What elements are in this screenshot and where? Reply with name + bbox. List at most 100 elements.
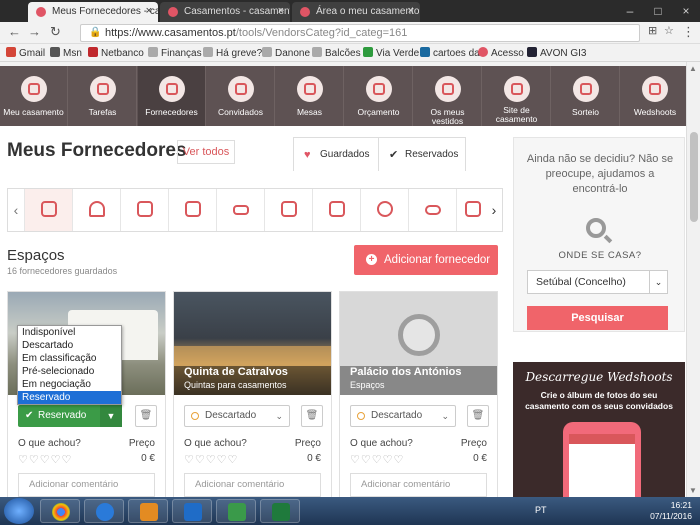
browser-tab-casamentos[interactable]: Casamentos - casament × [160, 2, 290, 22]
forward-icon[interactable]: → [28, 24, 41, 39]
menu-icon[interactable]: ⋮ [682, 24, 695, 40]
taskbar-excel[interactable] [260, 499, 300, 523]
heart-favicon-icon [36, 7, 46, 17]
status-reserved-button[interactable]: ✔ Reservado ▼ [18, 405, 122, 427]
taskbar-ie[interactable] [84, 499, 124, 523]
nav-meu-casamento[interactable]: Meu casamento [0, 66, 68, 126]
dropdown-option[interactable]: Descartado [18, 339, 121, 352]
dropdown-option[interactable]: Pré-selecionado [18, 365, 121, 378]
system-clock[interactable]: 16:21 07/11/2016 [650, 500, 692, 522]
tab-guardados[interactable]: ♥ Guardados [293, 137, 379, 171]
nav-wedshoots[interactable]: Wedshoots [621, 66, 689, 126]
bookmark-netbanco[interactable]: Netbanco [88, 47, 144, 59]
rating-stars[interactable]: ♡♡♡♡♡ [350, 453, 404, 466]
close-tab-icon[interactable]: × [146, 5, 152, 17]
category-lembrancas[interactable] [312, 189, 360, 231]
chevron-left-icon[interactable]: ‹ [8, 189, 24, 231]
browser-tab-area[interactable]: Área o meu casamento × [292, 2, 420, 22]
taskbar-app[interactable] [216, 499, 256, 523]
delete-button[interactable]: 🗑 [301, 405, 323, 427]
price-value[interactable]: 0 € [141, 453, 155, 464]
back-icon[interactable]: ← [8, 24, 21, 39]
comment-input[interactable]: Adicionar comentário [184, 473, 321, 497]
chevron-down-icon[interactable]: ▼ [100, 405, 122, 427]
windows-start-icon[interactable] [4, 498, 34, 524]
tab-reservados[interactable]: ✔ Reservados [378, 137, 466, 171]
bookmark-balcoes[interactable]: Balcões [312, 47, 361, 59]
category-animacao[interactable] [408, 189, 456, 231]
close-tab-icon[interactable]: × [278, 5, 284, 17]
dropdown-option[interactable]: Em negociação [18, 378, 121, 391]
rating-stars[interactable]: ♡♡♡♡♡ [18, 453, 72, 466]
comment-input[interactable]: Adicionar comentário [18, 473, 155, 497]
scroll-down-icon[interactable]: ▼ [689, 486, 697, 495]
bookmark-via-verde[interactable]: Via Verde [363, 47, 419, 59]
status-select[interactable]: Descartado ⌄ [184, 405, 290, 427]
nav-tarefas[interactable]: Tarefas [69, 66, 137, 126]
nav-orcamento[interactable]: Orçamento [345, 66, 413, 126]
browser-tab-fornecedores[interactable]: Meus Fornecedores - ca × [28, 2, 158, 22]
search-icon [586, 218, 606, 238]
category-catering[interactable] [72, 189, 120, 231]
bookmark-msn[interactable]: Msn [50, 47, 82, 59]
delete-button[interactable]: 🗑 [135, 405, 157, 427]
close-window-icon[interactable]: × [672, 0, 700, 22]
rating-stars[interactable]: ♡♡♡♡♡ [184, 453, 238, 466]
bookmark-danone[interactable]: Danone [262, 47, 310, 59]
category-carros[interactable] [216, 189, 264, 231]
dropdown-option[interactable]: Indisponível [18, 326, 121, 339]
wedshoots-promo[interactable]: Descarregue Wedshoots Crie o álbum de fo… [513, 362, 685, 497]
nav-convidados[interactable]: Convidados [207, 66, 275, 126]
nav-fornecedores[interactable]: Fornecedores [138, 66, 206, 126]
price-value[interactable]: 0 € [307, 453, 321, 464]
bookmark-avon[interactable]: AVON GI3 [527, 47, 587, 59]
delete-button[interactable]: 🗑 [467, 405, 489, 427]
nav-vestidos[interactable]: Os meus vestidos [414, 66, 482, 126]
price-value[interactable]: 0 € [473, 453, 487, 464]
location-select[interactable]: Setúbal (Concelho) ⌄ [527, 270, 668, 294]
address-bar[interactable]: 🔒 https://www.casamentos.pt/tools/Vendor… [80, 24, 640, 42]
rings-icon [20, 76, 47, 102]
category-flores[interactable] [360, 189, 408, 231]
chevron-down-icon: ⌄ [441, 411, 449, 421]
page-scrollbar[interactable]: ▲ ▼ [686, 62, 700, 497]
search-button[interactable]: Pesquisar [527, 306, 668, 330]
category-convites[interactable] [264, 189, 312, 231]
dropdown-option[interactable]: Em classificação [18, 352, 121, 365]
maximize-icon[interactable]: □ [644, 0, 672, 22]
status-select[interactable]: Descartado ⌄ [350, 405, 456, 427]
comment-input[interactable]: Adicionar comentário [350, 473, 487, 497]
vendor-name[interactable]: Palácio dos Antónios [350, 366, 461, 378]
category-video[interactable] [168, 189, 216, 231]
taskbar-outlook[interactable] [128, 499, 168, 523]
bookmark-acesso[interactable]: Acesso [478, 47, 524, 59]
vendor-name[interactable]: Quinta de Catralvos [184, 366, 288, 378]
bookmark-gmail[interactable]: Gmail [6, 47, 45, 59]
reload-icon[interactable]: ↻ [50, 24, 61, 40]
page-title: Meus Fornecedores [7, 140, 187, 161]
ver-todos-button[interactable]: Ver todos [177, 140, 235, 164]
translate-icon[interactable]: ⊞ [648, 24, 657, 37]
nav-mesas[interactable]: Mesas [276, 66, 344, 126]
nav-sorteio[interactable]: Sorteio [552, 66, 620, 126]
bookmark-ha-greve[interactable]: Há greve? [203, 47, 262, 59]
building-lights [174, 346, 331, 366]
star-icon[interactable]: ☆ [664, 24, 674, 37]
trash-icon: 🗑 [139, 410, 153, 421]
scrollbar-thumb[interactable] [690, 132, 698, 222]
scroll-up-icon[interactable]: ▲ [689, 64, 697, 73]
close-tab-icon[interactable]: × [408, 5, 414, 17]
minimize-icon[interactable]: – [616, 0, 644, 22]
bookmark-financas[interactable]: Finanças [148, 47, 202, 59]
category-fotografia[interactable] [120, 189, 168, 231]
add-vendor-button[interactable]: + Adicionar fornecedor [354, 245, 498, 275]
category-more[interactable] [456, 189, 486, 231]
category-espacos[interactable] [24, 189, 72, 231]
taskbar-chrome[interactable] [40, 499, 80, 523]
taskbar-lync[interactable] [172, 499, 212, 523]
chevron-right-icon[interactable]: › [486, 189, 502, 231]
dropdown-option-selected[interactable]: Reservado [18, 391, 121, 404]
language-indicator[interactable]: PT [535, 505, 547, 515]
nav-site-casamento[interactable]: Site de casamento [483, 66, 551, 126]
bookmark-cartoes[interactable]: cartoes da [420, 47, 480, 59]
